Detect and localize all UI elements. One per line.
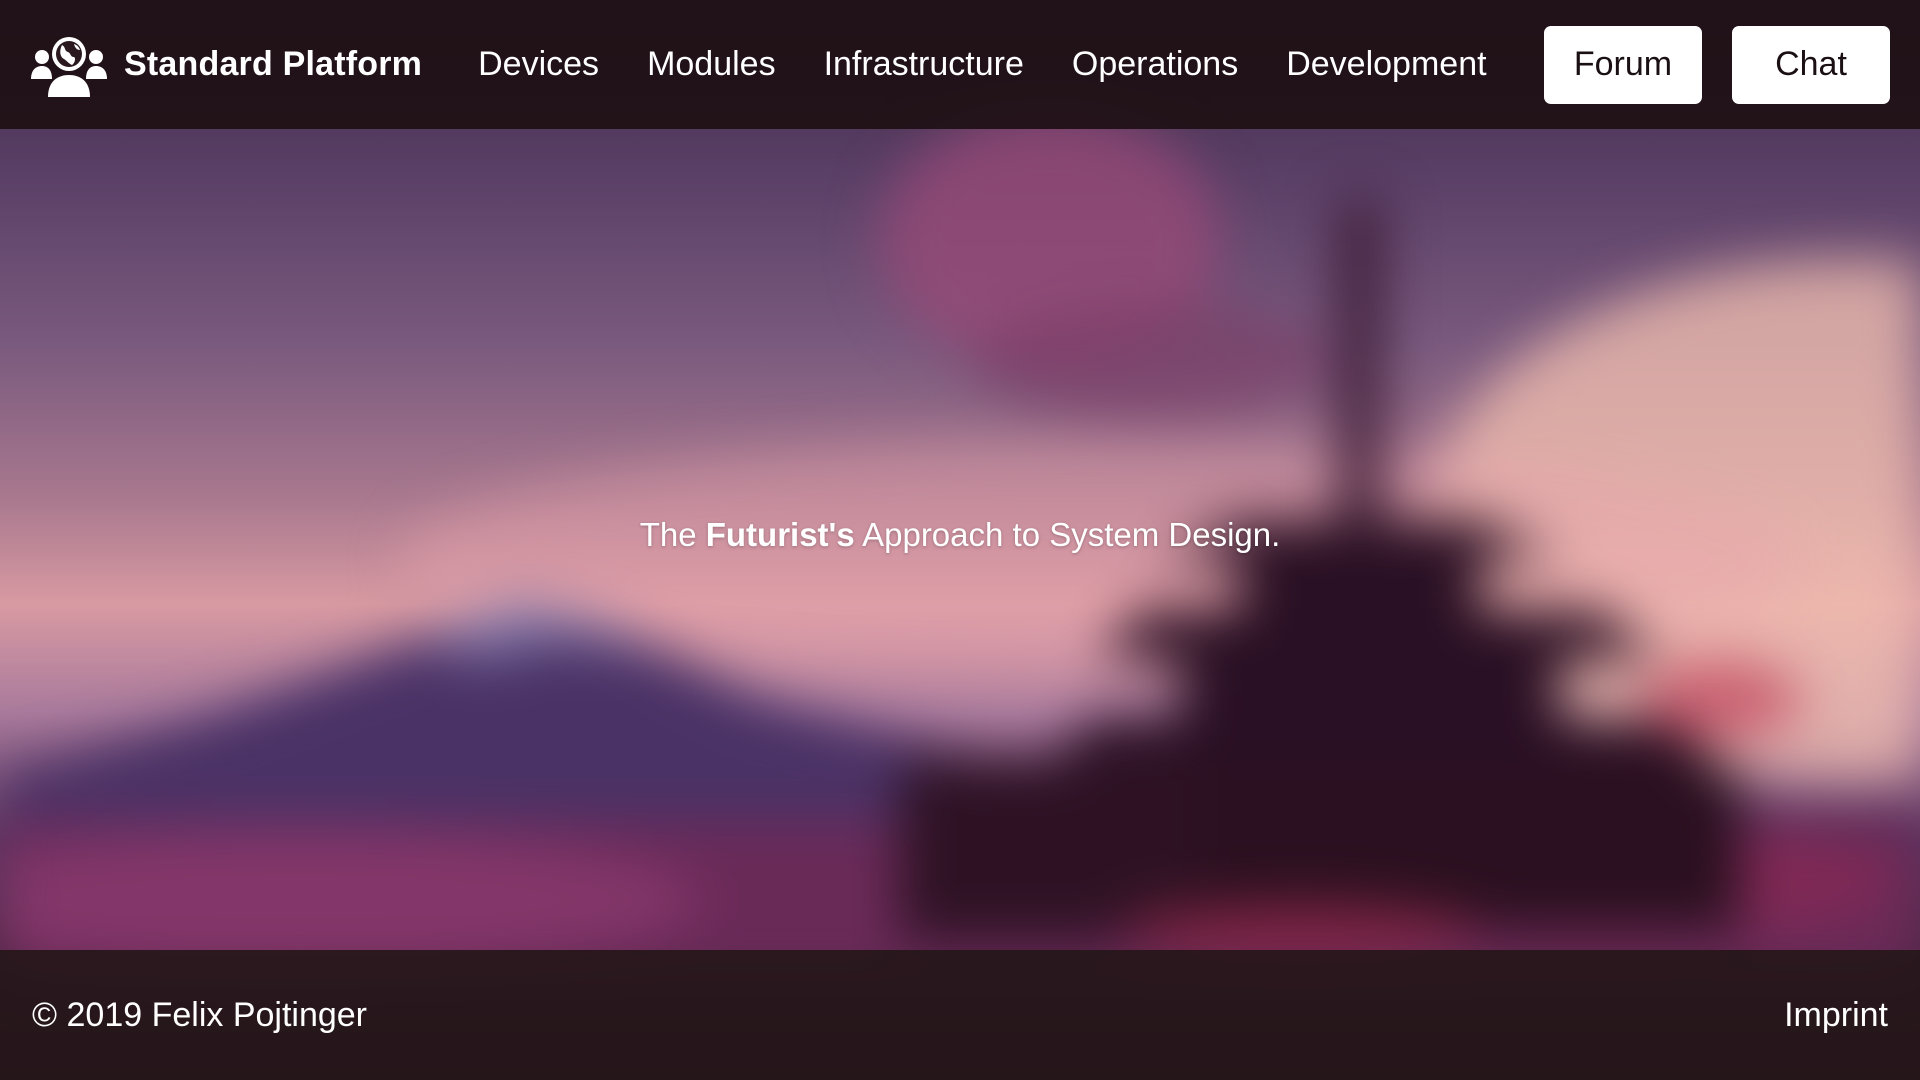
copyright-text: © 2019 Felix Pojtinger — [32, 995, 368, 1034]
tagline-prefix: The — [639, 516, 706, 553]
nav-item-modules[interactable]: Modules — [647, 45, 776, 84]
nav-item-development[interactable]: Development — [1286, 45, 1486, 84]
brand-name: Standard Platform — [124, 45, 423, 83]
community-globe-icon — [30, 33, 108, 97]
forum-button[interactable]: Forum — [1544, 25, 1702, 104]
tagline-suffix: Approach to System Design. — [854, 516, 1281, 553]
chat-button[interactable]: Chat — [1732, 25, 1890, 104]
nav-item-devices[interactable]: Devices — [478, 45, 599, 84]
footer: © 2019 Felix Pojtinger Imprint — [0, 950, 1920, 1080]
nav-item-operations[interactable]: Operations — [1072, 45, 1238, 84]
imprint-link[interactable]: Imprint — [1784, 996, 1888, 1035]
tagline-emphasis: Futurist's — [705, 516, 855, 553]
nav-item-infrastructure[interactable]: Infrastructure — [824, 45, 1024, 84]
top-navbar: Standard Platform Devices Modules Infras… — [0, 0, 1920, 129]
main-nav: Devices Modules Infrastructure Operation… — [478, 45, 1486, 84]
hero-tagline: The Futurist's Approach to System Design… — [0, 516, 1920, 554]
page: Standard Platform Devices Modules Infras… — [0, 0, 1920, 1080]
header-actions: Forum Chat — [1544, 25, 1890, 104]
brand-link[interactable]: Standard Platform — [30, 33, 422, 97]
